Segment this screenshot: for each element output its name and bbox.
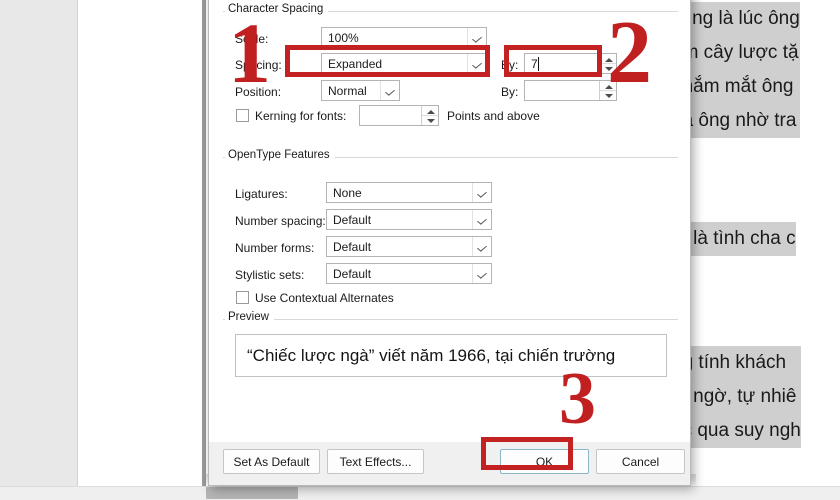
spinner-buttons[interactable] xyxy=(599,54,616,73)
spinner-down-icon[interactable] xyxy=(422,116,438,126)
scale-label: Scale: xyxy=(235,32,269,46)
document-text-block: cũng là lúc ông àm cây lược tặ nhắm mắt … xyxy=(672,2,800,138)
spacing-value: Expanded xyxy=(328,57,383,71)
spinner-down-icon[interactable] xyxy=(600,64,616,74)
number-spacing-combobox[interactable]: Default xyxy=(326,209,492,230)
font-dialog: Character Spacing Scale: 100% Spacing: E… xyxy=(208,0,691,486)
horizontal-scrollbar[interactable] xyxy=(0,486,840,500)
document-text-line: cũng là lúc ông xyxy=(672,2,800,36)
number-forms-combobox[interactable]: Default xyxy=(326,236,492,257)
document-text-block: ng tính khách ất ngờ, tự nhiê ắc qua suy… xyxy=(672,346,801,448)
spacing-by-label: By: xyxy=(501,58,519,72)
text-effects-button[interactable]: Text Effects... xyxy=(327,449,424,474)
position-by-input[interactable] xyxy=(524,80,617,101)
character-spacing-group-title: Character Spacing xyxy=(225,3,329,15)
spacing-by-input[interactable]: 7 xyxy=(524,53,617,74)
set-as-default-button[interactable]: Set As Default xyxy=(223,449,320,474)
spinner-buttons[interactable] xyxy=(599,81,616,100)
font-dialog-body: Character Spacing Scale: 100% Spacing: E… xyxy=(209,0,690,442)
number-spacing-value: Default xyxy=(333,213,372,227)
scale-combobox[interactable]: 100% xyxy=(321,27,487,48)
ok-button[interactable]: OK xyxy=(500,449,589,474)
chevron-down-icon[interactable] xyxy=(467,54,486,73)
spinner-down-icon[interactable] xyxy=(600,91,616,101)
kerning-label: Kerning for fonts: xyxy=(255,109,347,123)
chevron-down-icon[interactable] xyxy=(380,81,399,100)
spacing-label: Spacing: xyxy=(235,58,282,72)
document-text-line: nhắm mắt ông xyxy=(672,70,800,104)
document-text-line: àm cây lược tặ xyxy=(672,36,800,70)
spinner-up-icon[interactable] xyxy=(422,106,438,116)
spacing-by-value: 7 xyxy=(531,57,538,71)
chevron-down-icon[interactable] xyxy=(467,28,486,47)
stylistic-sets-combobox[interactable]: Default xyxy=(326,263,492,284)
spinner-up-icon[interactable] xyxy=(600,54,616,64)
group-divider xyxy=(223,319,678,320)
chevron-down-icon[interactable] xyxy=(472,210,491,229)
chevron-down-icon[interactable] xyxy=(472,237,491,256)
ligatures-value: None xyxy=(333,186,362,200)
number-forms-label: Number forms: xyxy=(235,241,315,255)
document-text-line: ủa ông nhờ tra xyxy=(672,104,800,138)
number-spacing-label: Number spacing: xyxy=(235,214,326,228)
position-by-label: By: xyxy=(501,85,519,99)
position-value: Normal xyxy=(328,84,367,98)
horizontal-scrollbar-thumb[interactable] xyxy=(206,487,298,499)
text-caret xyxy=(538,57,539,71)
document-page-left xyxy=(79,0,203,486)
kerning-points-input[interactable] xyxy=(359,105,439,126)
chevron-down-icon[interactable] xyxy=(472,183,491,202)
scale-value: 100% xyxy=(328,31,359,45)
spinner-up-icon[interactable] xyxy=(600,81,616,91)
preview-group-title: Preview xyxy=(225,311,274,323)
screenshot-root: cũng là lúc ông àm cây lược tặ nhắm mắt … xyxy=(0,0,840,500)
ligatures-combobox[interactable]: None xyxy=(326,182,492,203)
number-forms-value: Default xyxy=(333,240,372,254)
preview-text: “Chiếc lược ngà” viết năm 1966, tại chiế… xyxy=(247,346,616,365)
ligatures-label: Ligatures: xyxy=(235,187,288,201)
document-left-rail xyxy=(0,0,78,486)
chevron-down-icon[interactable] xyxy=(472,264,491,283)
position-label: Position: xyxy=(235,85,282,99)
kerning-checkbox[interactable] xyxy=(236,109,249,122)
position-combobox[interactable]: Normal xyxy=(321,80,400,101)
cancel-button[interactable]: Cancel xyxy=(596,449,685,474)
preview-box: “Chiếc lược ngà” viết năm 1966, tại chiế… xyxy=(235,334,667,377)
document-text-line: ất ngờ, tự nhiê xyxy=(672,380,801,414)
document-text-line: ng tính khách xyxy=(672,346,801,380)
document-text-line: ắc qua suy ngh xyxy=(672,414,801,448)
kerning-suffix-label: Points and above xyxy=(447,109,540,123)
opentype-features-group-title: OpenType Features xyxy=(225,149,335,161)
stylistic-sets-label: Stylistic sets: xyxy=(235,268,305,282)
spacing-combobox[interactable]: Expanded xyxy=(321,53,487,74)
stylistic-sets-value: Default xyxy=(333,267,372,281)
contextual-alternates-label: Use Contextual Alternates xyxy=(255,291,394,305)
spinner-buttons[interactable] xyxy=(421,106,438,125)
contextual-alternates-checkbox[interactable] xyxy=(236,291,249,304)
